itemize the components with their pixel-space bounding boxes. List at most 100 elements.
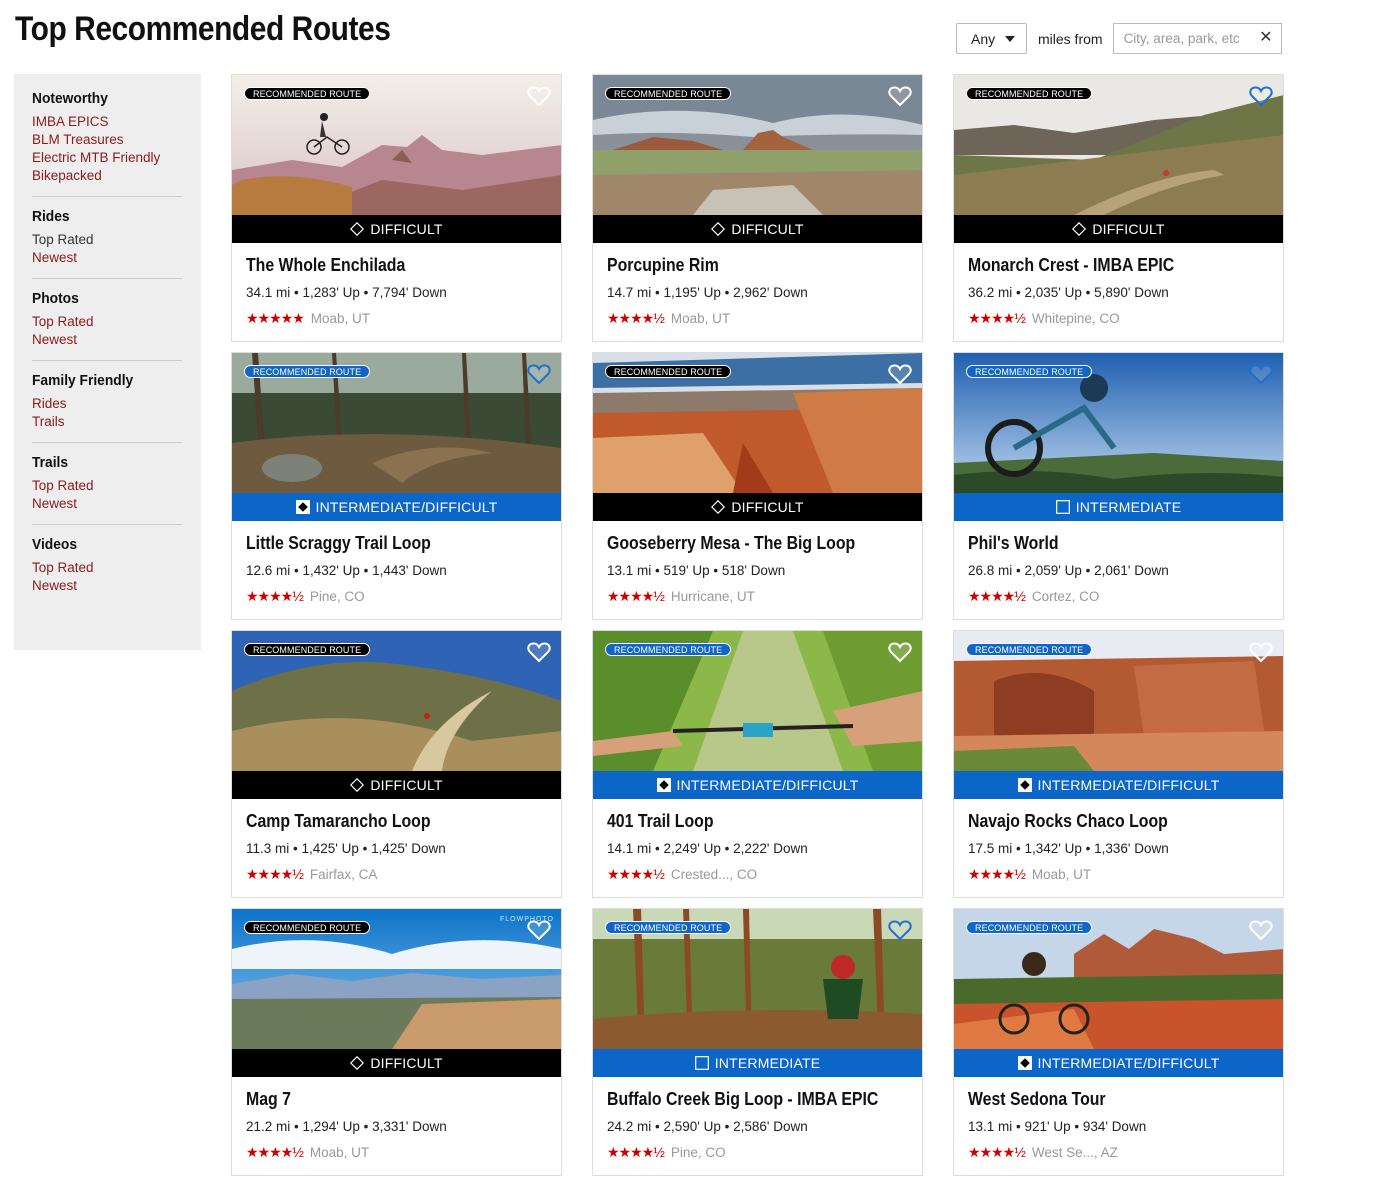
diamond-icon [350,1055,365,1071]
square-icon [694,1056,709,1070]
route-title[interactable]: Phil's World [968,533,1059,554]
route-card[interactable]: RECOMMENDED ROUTE DIFFICULT Porcupine Rim 1… [592,74,923,342]
sidebar-heading: Rides [32,208,70,225]
route-card[interactable]: RECOMMENDED ROUTE INTERMEDIATE/DIFFICULT N… [953,630,1284,898]
route-photo: RECOMMENDED ROUTE [593,75,922,215]
sidebar-link[interactable]: Newest [32,577,182,595]
sidebar-link[interactable]: Bikepacked [32,167,182,185]
heart-icon[interactable] [888,85,912,107]
route-rating: ★★★★½ Pine, CO [607,1144,726,1160]
route-stats: 26.8 mi • 2,059' Up • 2,061' Down [968,563,1169,578]
heart-icon[interactable] [527,363,551,385]
route-rating: ★★★★½ Moab, UT [246,1144,369,1160]
route-rating: ★★★★½ Whitepine, CO [968,310,1120,326]
route-rating: ★★★★½ Fairfax, CA [246,866,377,882]
sidebar-link[interactable]: IMBA EPICS [32,113,182,131]
sidebar: Noteworthy IMBA EPICS BLM Treasures Electri… [14,74,201,650]
heart-icon[interactable] [527,919,551,941]
sidebar-link[interactable]: Trails [32,413,182,431]
star-rating: ★★★★★ [246,310,305,326]
route-title[interactable]: Little Scraggy Trail Loop [246,533,431,554]
route-card[interactable]: RECOMMENDED ROUTE DIFFICULT The Whole Ench… [231,74,562,342]
route-stats: 14.7 mi • 1,195' Up • 2,962' Down [607,285,808,300]
route-card[interactable]: FLOWPHOTO RECOMMENDED ROUTE DIFFICULT Mag 7… [231,908,562,1176]
sidebar-link[interactable]: Top Rated [32,313,182,331]
sidebar-link[interactable]: Newest [32,331,182,349]
difficulty-bar: INTERMEDIATE/DIFFICULT [954,771,1283,799]
sidebar-link[interactable]: Electric MTB Friendly [32,149,182,167]
close-icon[interactable]: ✕ [1259,29,1272,47]
route-card[interactable]: RECOMMENDED ROUTE DIFFICULT Camp Tamaranch… [231,630,562,898]
route-rating: ★★★★★ Moab, UT [246,310,370,326]
location-input[interactable] [1113,24,1254,53]
route-photo: RECOMMENDED ROUTE [954,75,1283,215]
difficulty-label: DIFFICULT [1092,221,1165,237]
route-title[interactable]: Navajo Rocks Chaco Loop [968,811,1168,832]
difficulty-bar: DIFFICULT [593,215,922,243]
star-rating: ★★★★½ [607,588,665,604]
heart-icon[interactable] [888,363,912,385]
route-card[interactable]: RECOMMENDED ROUTE INTERMEDIATE/DIFFICULT W… [953,908,1284,1176]
route-card[interactable]: RECOMMENDED ROUTE INTERMEDIATE/DIFFICULT 4… [592,630,923,898]
difficulty-label: DIFFICULT [731,499,804,515]
distance-select[interactable]: Any [956,23,1027,54]
route-location: Cortez, CO [1031,588,1100,604]
star-rating: ★★★★½ [968,866,1026,882]
sidebar-heading: Videos [32,536,78,553]
difficulty-bar: DIFFICULT [232,215,561,243]
difficulty-label: INTERMEDIATE/DIFFICULT [676,777,859,793]
heart-icon[interactable] [1249,641,1273,663]
difficulty-label: INTERMEDIATE/DIFFICULT [1037,1055,1220,1071]
route-title[interactable]: Buffalo Creek Big Loop - IMBA EPIC [607,1089,878,1110]
star-rating: ★★★★½ [968,310,1026,326]
difficulty-bar: DIFFICULT [232,1049,561,1077]
route-stats: 14.1 mi • 2,249' Up • 2,222' Down [607,841,808,856]
sidebar-link[interactable]: BLM Treasures [32,131,182,149]
route-title[interactable]: Camp Tamarancho Loop [246,811,431,832]
route-location: Moab, UT [310,310,371,326]
route-title[interactable]: 401 Trail Loop [607,811,714,832]
route-card[interactable]: RECOMMENDED ROUTE DIFFICULT Gooseberry Mes… [592,352,923,620]
route-title[interactable]: Gooseberry Mesa - The Big Loop [607,533,855,554]
heart-icon[interactable] [1249,919,1273,941]
diamond-icon [711,221,726,237]
route-card[interactable]: RECOMMENDED ROUTE DIFFICULT Monarch Crest … [953,74,1284,342]
route-photo: FLOWPHOTO RECOMMENDED ROUTE [232,909,561,1049]
heart-icon[interactable] [1249,363,1273,385]
sidebar-link[interactable]: Newest [32,249,182,267]
route-card[interactable]: RECOMMENDED ROUTE INTERMEDIATE/DIFFICULT L… [231,352,562,620]
sidebar-link[interactable]: Top Rated [32,559,182,577]
sidebar-link[interactable]: Newest [32,495,182,513]
star-rating: ★★★★½ [968,1144,1026,1160]
route-card[interactable]: RECOMMENDED ROUTE INTERMEDIATE Buffalo Cre… [592,908,923,1176]
route-stats: 12.6 mi • 1,432' Up • 1,443' Down [246,563,447,578]
route-title[interactable]: Porcupine Rim [607,255,719,276]
heart-icon[interactable] [527,641,551,663]
difficulty-bar: DIFFICULT [954,215,1283,243]
route-title[interactable]: Monarch Crest - IMBA EPIC [968,255,1174,276]
heart-icon[interactable] [527,85,551,107]
route-card[interactable]: RECOMMENDED ROUTE INTERMEDIATE Phil's Worl… [953,352,1284,620]
recommended-route-badge: RECOMMENDED ROUTE [966,921,1093,934]
square-diamond-icon [1017,778,1032,792]
route-title[interactable]: West Sedona Tour [968,1089,1106,1110]
recommended-route-badge: RECOMMENDED ROUTE [244,365,371,378]
difficulty-bar: INTERMEDIATE/DIFFICULT [954,1049,1283,1077]
heart-icon[interactable] [888,919,912,941]
route-title[interactable]: The Whole Enchilada [246,255,405,276]
route-location: Whitepine, CO [1031,310,1120,326]
route-stats: 21.2 mi • 1,294' Up • 3,331' Down [246,1119,447,1134]
sidebar-link[interactable]: Rides [32,395,182,413]
star-rating: ★★★★½ [968,588,1026,604]
sidebar-link[interactable]: Top Rated [32,231,182,249]
sidebar-heading: Trails [32,454,69,471]
route-location: Fairfax, CA [309,866,378,882]
route-location: West Se..., AZ [1031,1144,1118,1160]
heart-icon[interactable] [888,641,912,663]
heart-icon[interactable] [1249,85,1273,107]
sidebar-link[interactable]: Top Rated [32,477,182,495]
route-title[interactable]: Mag 7 [246,1089,291,1110]
difficulty-label: DIFFICULT [370,777,443,793]
route-stats: 13.1 mi • 519' Up • 518' Down [607,563,786,578]
recommended-route-badge: RECOMMENDED ROUTE [966,643,1093,656]
